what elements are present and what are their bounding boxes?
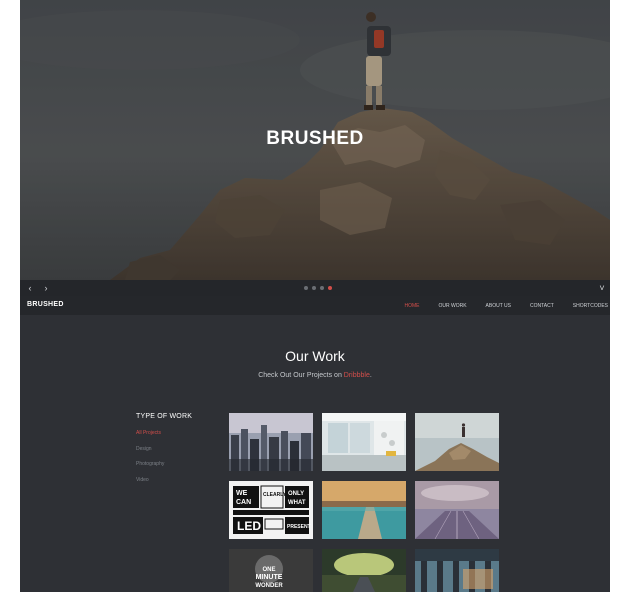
slide-dot-1[interactable]: [304, 286, 308, 290]
slide-dot-4[interactable]: [328, 286, 332, 290]
filter-title: TYPE OF WORK: [136, 413, 193, 420]
pier-sky-image: [415, 481, 499, 539]
city-skyline-image: [229, 413, 313, 471]
project-thumb-office[interactable]: [322, 413, 406, 471]
typography-poster-image: WE CAN CLEARLY ONLY WHAT LED PRESENT: [229, 481, 313, 539]
nav-links: HOME OUR WORK ABOUT US CONTACT SHORTCODE…: [385, 296, 608, 315]
hero-title: BRUSHED: [266, 128, 364, 149]
typo-word-led: LED: [237, 519, 261, 533]
road-landscape-image: [322, 549, 406, 592]
typo-word-clearly: CLEARLY: [263, 492, 287, 498]
project-thumb-hiker[interactable]: [415, 413, 499, 471]
section-subtitle: Check Out Our Projects on Dribbble.: [20, 372, 610, 379]
chevron-down-icon[interactable]: ˅: [594, 280, 610, 296]
dribbble-link[interactable]: Dribbble: [344, 372, 370, 379]
typo-word-what: WHAT: [288, 500, 306, 506]
nav-link-about-us[interactable]: ABOUT US: [486, 303, 511, 309]
project-thumb-road[interactable]: [322, 549, 406, 592]
project-thumb-bridge[interactable]: [415, 549, 499, 592]
filter-video[interactable]: Video: [136, 477, 149, 483]
typo-word-we: WE: [236, 490, 248, 497]
slide-dot-2[interactable]: [312, 286, 316, 290]
slider-controls: ‹ › ˅: [20, 280, 610, 296]
nav-link-our-work[interactable]: OUR WORK: [438, 303, 466, 309]
typo-word-only: ONLY: [288, 491, 304, 497]
project-thumb-pier[interactable]: [415, 481, 499, 539]
filter-photography[interactable]: Photography: [136, 461, 164, 467]
project-thumb-lake[interactable]: [322, 481, 406, 539]
thumb-word-one: ONE: [262, 567, 275, 573]
next-slide-icon[interactable]: ›: [38, 280, 54, 296]
project-thumb-typography[interactable]: WE CAN CLEARLY ONLY WHAT LED PRESENT: [229, 481, 313, 539]
office-interior-image: [322, 413, 406, 471]
lake-sunset-image: [322, 481, 406, 539]
page: BRUSHED ‹ › ˅ BRUSHED HOME OUR WORK ABOU…: [20, 0, 610, 592]
filter-all-projects[interactable]: All Projects: [136, 430, 161, 436]
slide-dots: [304, 286, 332, 290]
previous-slide-icon[interactable]: ‹: [22, 280, 38, 296]
one-minute-wonder-image: ONE MINUTE WONDER: [229, 549, 313, 592]
thumb-word-minute: MINUTE: [256, 574, 283, 581]
nav-link-contact[interactable]: CONTACT: [530, 303, 554, 309]
hiker-mountain-image: [415, 413, 499, 471]
typo-word-can: CAN: [236, 499, 251, 506]
main-navbar: BRUSHED HOME OUR WORK ABOUT US CONTACT S…: [20, 296, 610, 315]
slide-dot-3[interactable]: [320, 286, 324, 290]
brand-logo[interactable]: BRUSHED: [27, 301, 64, 308]
project-thumb-one-minute-wonder[interactable]: ONE MINUTE WONDER: [229, 549, 313, 592]
section-title: Our Work: [285, 348, 345, 364]
bridge-pillars-image: [415, 549, 499, 592]
nav-link-shortcodes[interactable]: SHORTCODES: [573, 303, 608, 309]
typo-word-present: PRESENT: [287, 524, 311, 530]
nav-link-home[interactable]: HOME: [404, 303, 419, 309]
project-thumb-city[interactable]: [229, 413, 313, 471]
thumb-word-wonder: WONDER: [255, 583, 283, 589]
filter-design[interactable]: Design: [136, 446, 152, 452]
subtitle-text: Check Out Our Projects on: [258, 372, 344, 379]
hero-banner: BRUSHED: [20, 0, 610, 280]
subtitle-period: .: [369, 372, 372, 379]
